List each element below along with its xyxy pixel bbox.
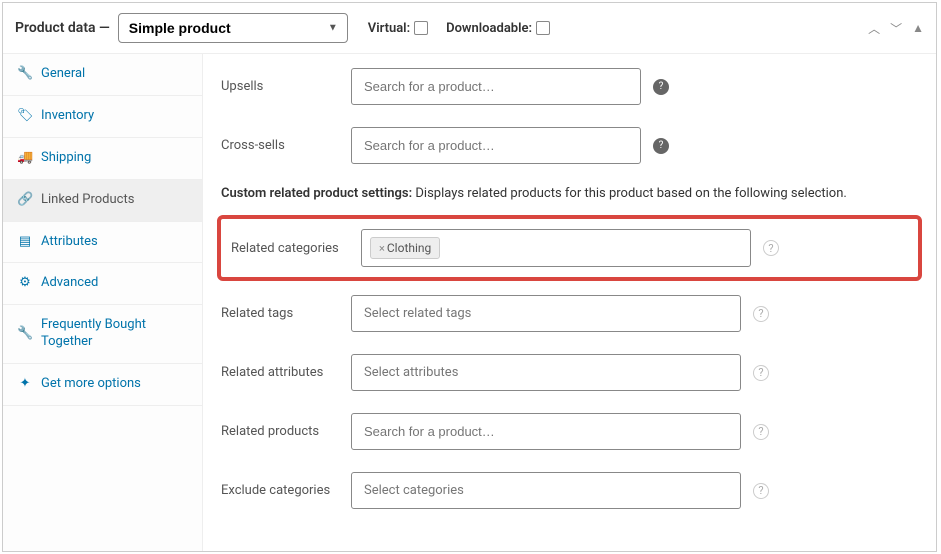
tab-label: Advanced: [41, 275, 98, 292]
tab-label: Frequently Bought Together: [41, 317, 188, 351]
exclude-categories-label: Exclude categories: [221, 483, 351, 498]
tab-linked-products[interactable]: 🔗 Linked Products: [3, 180, 202, 222]
crosssells-label: Cross-sells: [221, 138, 351, 153]
linked-products-content: Upsells ? Cross-sells ? Custom related p…: [203, 54, 936, 551]
header-options: Virtual: Downloadable:: [368, 21, 550, 36]
upsells-input[interactable]: [351, 68, 641, 105]
upsells-field: [351, 68, 641, 105]
related-products-field: [351, 413, 741, 450]
related-categories-field: × Clothing: [361, 229, 751, 267]
help-icon[interactable]: ?: [753, 424, 769, 440]
virtual-label: Virtual:: [368, 21, 410, 36]
help-icon[interactable]: ?: [653, 79, 669, 95]
tab-general[interactable]: 🔧 General: [3, 54, 202, 96]
downloadable-label: Downloadable:: [446, 21, 532, 36]
related-categories-row: Related categories × Clothing ?: [231, 229, 908, 267]
related-attributes-label: Related attributes: [221, 365, 351, 380]
related-tags-field: Select related tags: [351, 295, 741, 332]
help-icon[interactable]: ?: [763, 240, 779, 256]
related-categories-input[interactable]: × Clothing: [361, 229, 751, 267]
tag-text: Clothing: [387, 241, 431, 255]
related-categories-label: Related categories: [231, 241, 361, 256]
panel-body: 🔧 General 🏷 Inventory 🚚 Shipping 🔗 Linke…: [3, 54, 936, 551]
related-attributes-field: Select attributes: [351, 354, 741, 391]
exclude-categories-field: Select categories: [351, 472, 741, 509]
wrench-icon: 🔧: [17, 326, 33, 343]
related-products-row: Related products ?: [221, 413, 918, 450]
product-type-select[interactable]: Simple product: [118, 13, 348, 43]
link-icon: 🔗: [17, 192, 33, 209]
tab-advanced[interactable]: ⚙ Advanced: [3, 263, 202, 305]
related-attributes-select[interactable]: Select attributes: [351, 354, 741, 391]
tab-label: Shipping: [41, 150, 91, 167]
related-attributes-row: Related attributes Select attributes ?: [221, 354, 918, 391]
product-type-wrap: Simple product ▼: [118, 13, 348, 43]
related-products-label: Related products: [221, 424, 351, 439]
tab-label: Attributes: [41, 234, 98, 251]
help-icon[interactable]: ?: [753, 306, 769, 322]
star-icon: ✦: [17, 376, 33, 393]
help-icon[interactable]: ?: [753, 483, 769, 499]
move-up-icon[interactable]: ︿: [868, 20, 880, 37]
exclude-categories-select[interactable]: Select categories: [351, 472, 741, 509]
help-icon[interactable]: ?: [753, 365, 769, 381]
virtual-checkbox[interactable]: [414, 21, 428, 35]
panel-header: Product data — Simple product ▼ Virtual:…: [3, 3, 936, 54]
tag-icon: 🏷: [17, 108, 33, 125]
downloadable-option[interactable]: Downloadable:: [446, 21, 550, 36]
custom-related-bold: Custom related product settings:: [221, 186, 412, 201]
tab-frequently-bought[interactable]: 🔧 Frequently Bought Together: [3, 305, 202, 364]
tab-get-more-options[interactable]: ✦ Get more options: [3, 364, 202, 406]
related-tags-row: Related tags Select related tags ?: [221, 295, 918, 332]
exclude-categories-row: Exclude categories Select categories ?: [221, 472, 918, 509]
related-products-input[interactable]: [351, 413, 741, 450]
related-tags-label: Related tags: [221, 306, 351, 321]
move-down-icon[interactable]: ﹀: [890, 20, 902, 37]
truck-icon: 🚚: [17, 150, 33, 167]
collapse-icon[interactable]: ▲: [912, 21, 924, 35]
remove-tag-icon[interactable]: ×: [379, 242, 385, 255]
custom-related-text: Displays related products for this produ…: [412, 186, 847, 201]
list-icon: ▤: [17, 234, 33, 251]
tab-label: Linked Products: [41, 192, 134, 209]
tab-label: General: [41, 66, 85, 83]
downloadable-checkbox[interactable]: [536, 21, 550, 35]
wrench-icon: 🔧: [17, 66, 33, 83]
crosssells-row: Cross-sells ?: [221, 127, 918, 164]
related-categories-highlight: Related categories × Clothing ?: [217, 215, 922, 281]
sidebar: 🔧 General 🏷 Inventory 🚚 Shipping 🔗 Linke…: [3, 54, 203, 551]
tab-attributes[interactable]: ▤ Attributes: [3, 222, 202, 264]
tab-label: Inventory: [41, 108, 94, 125]
tab-label: Get more options: [41, 376, 141, 393]
upsells-row: Upsells ?: [221, 68, 918, 105]
crosssells-field: [351, 127, 641, 164]
category-tag: × Clothing: [370, 237, 440, 259]
upsells-label: Upsells: [221, 79, 351, 94]
virtual-option[interactable]: Virtual:: [368, 21, 428, 36]
help-icon[interactable]: ?: [653, 138, 669, 154]
related-tags-select[interactable]: Select related tags: [351, 295, 741, 332]
tab-inventory[interactable]: 🏷 Inventory: [3, 96, 202, 138]
gear-icon: ⚙: [17, 275, 33, 292]
panel-title: Product data —: [15, 20, 110, 36]
custom-related-header: Custom related product settings: Display…: [221, 186, 918, 201]
tab-shipping[interactable]: 🚚 Shipping: [3, 138, 202, 180]
product-data-panel: Product data — Simple product ▼ Virtual:…: [2, 2, 937, 552]
panel-controls: ︿ ﹀ ▲: [868, 20, 924, 37]
crosssells-input[interactable]: [351, 127, 641, 164]
